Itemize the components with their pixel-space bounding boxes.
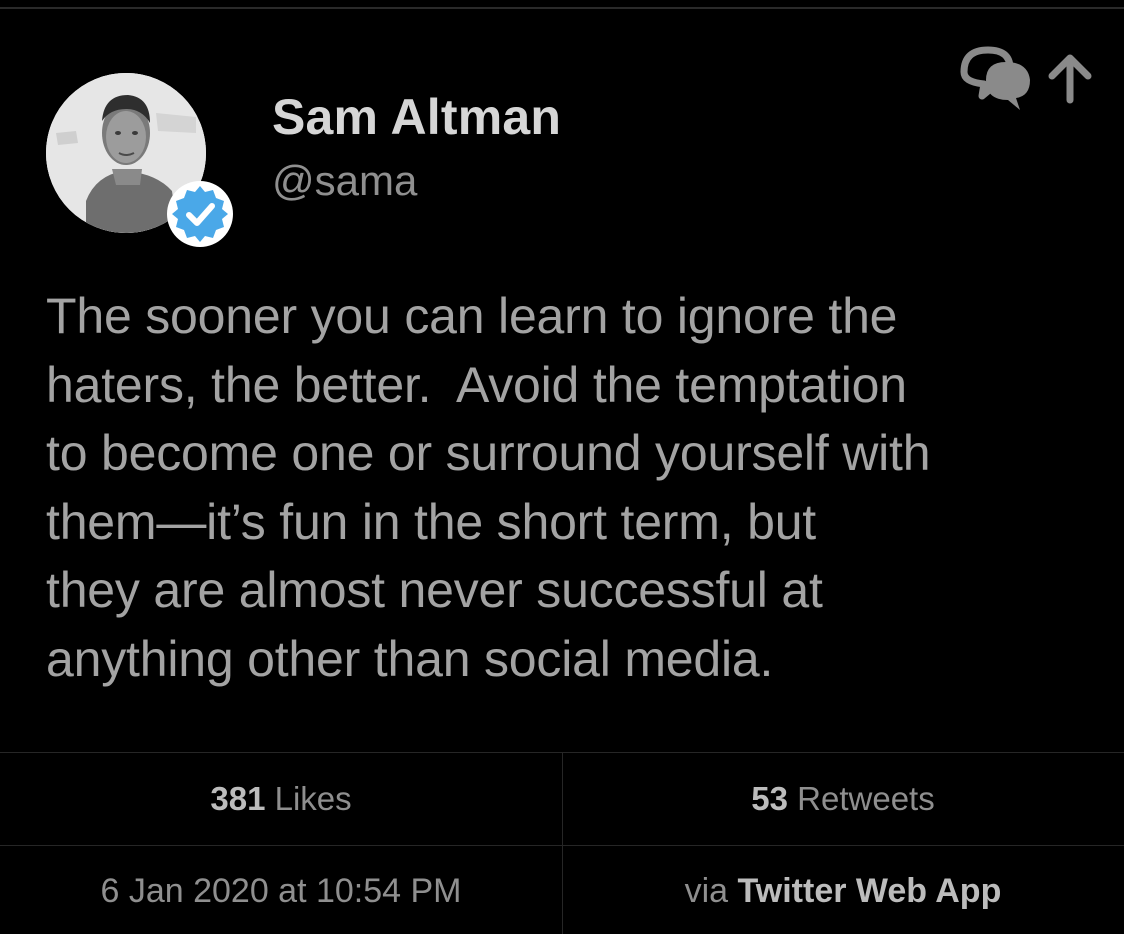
tweet-text-line: The sooner you can learn to ignore the [46, 288, 898, 344]
tweet-timestamp: 6 Jan 2020 at 10:54 PM [100, 872, 462, 910]
source-app[interactable]: Twitter Web App [738, 872, 1002, 910]
verified-check-icon [165, 179, 235, 249]
source-prefix: via [684, 872, 729, 910]
tweet-header: Sam Altman @sama [0, 0, 1124, 260]
reply-bubbles-icon[interactable] [960, 46, 1030, 110]
retweets-count: 53 [751, 780, 788, 817]
tweet-stats: 381 Likes 53 Retweets 6 Jan 2020 at 10:5… [0, 752, 1124, 934]
share-arrow-icon[interactable] [1048, 54, 1092, 104]
user-handle[interactable]: @sama [272, 157, 417, 205]
tweet-text-line: them—it’s fun in the short term, but [46, 493, 816, 550]
tweet-actions [958, 38, 1098, 110]
likes-count: 381 [210, 780, 266, 817]
retweets-stat[interactable]: 53 Retweets [562, 780, 1124, 818]
likes-label: Likes [274, 780, 352, 817]
likes-stat[interactable]: 381 Likes [0, 780, 562, 818]
tweet-text-line: haters, the better. Avoid the temptation [46, 356, 907, 413]
display-name[interactable]: Sam Altman [272, 88, 561, 146]
tweet-text-line: anything other than social media. [46, 630, 774, 687]
retweets-label: Retweets [797, 780, 935, 817]
tweet-source: via Twitter Web App [562, 872, 1124, 911]
tweet-text: The sooner you can learn to ignore the ha… [46, 282, 1106, 693]
tweet-text-line: to become one or surround yourself with [46, 425, 931, 481]
tweet-text-line: they are almost never successful at [46, 562, 823, 618]
